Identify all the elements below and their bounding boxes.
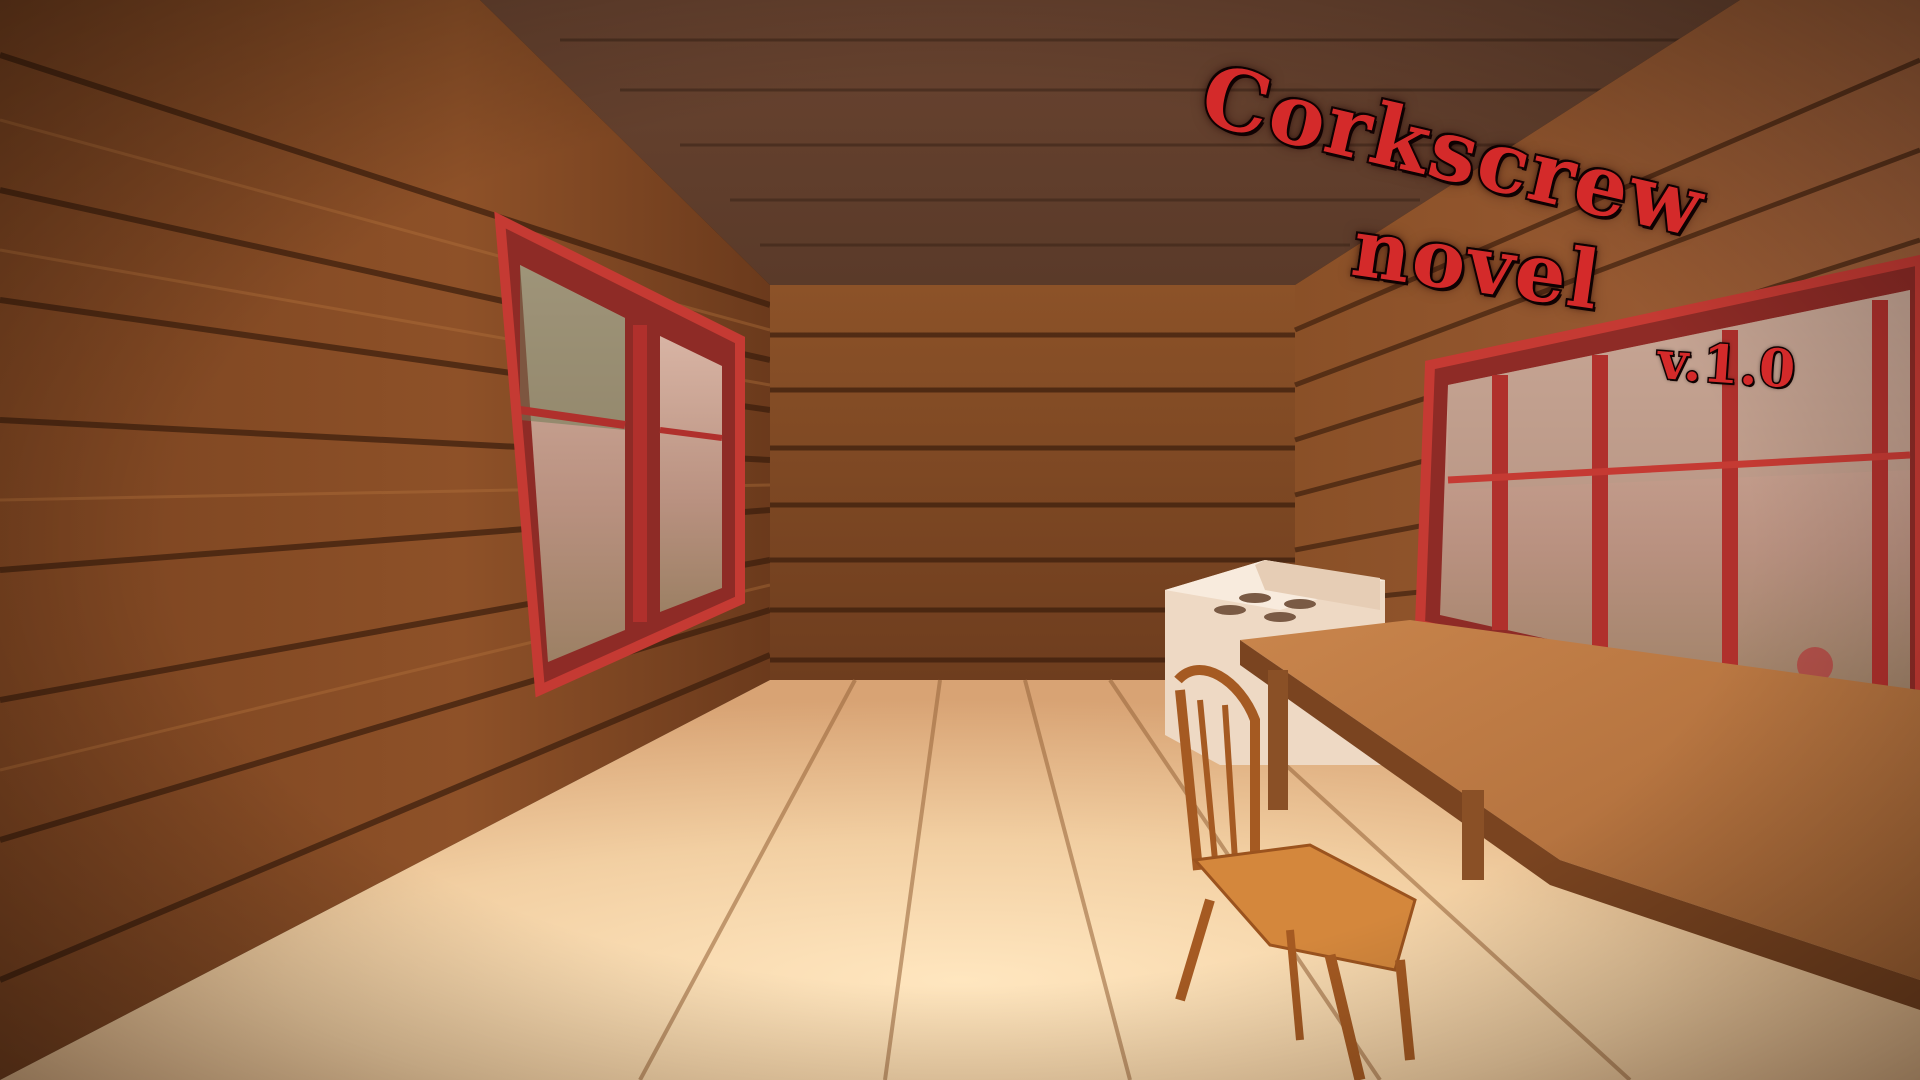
game-scene: Corkscrew novel v.1.0	[0, 0, 1920, 1080]
cabin-interior	[0, 0, 1920, 1080]
